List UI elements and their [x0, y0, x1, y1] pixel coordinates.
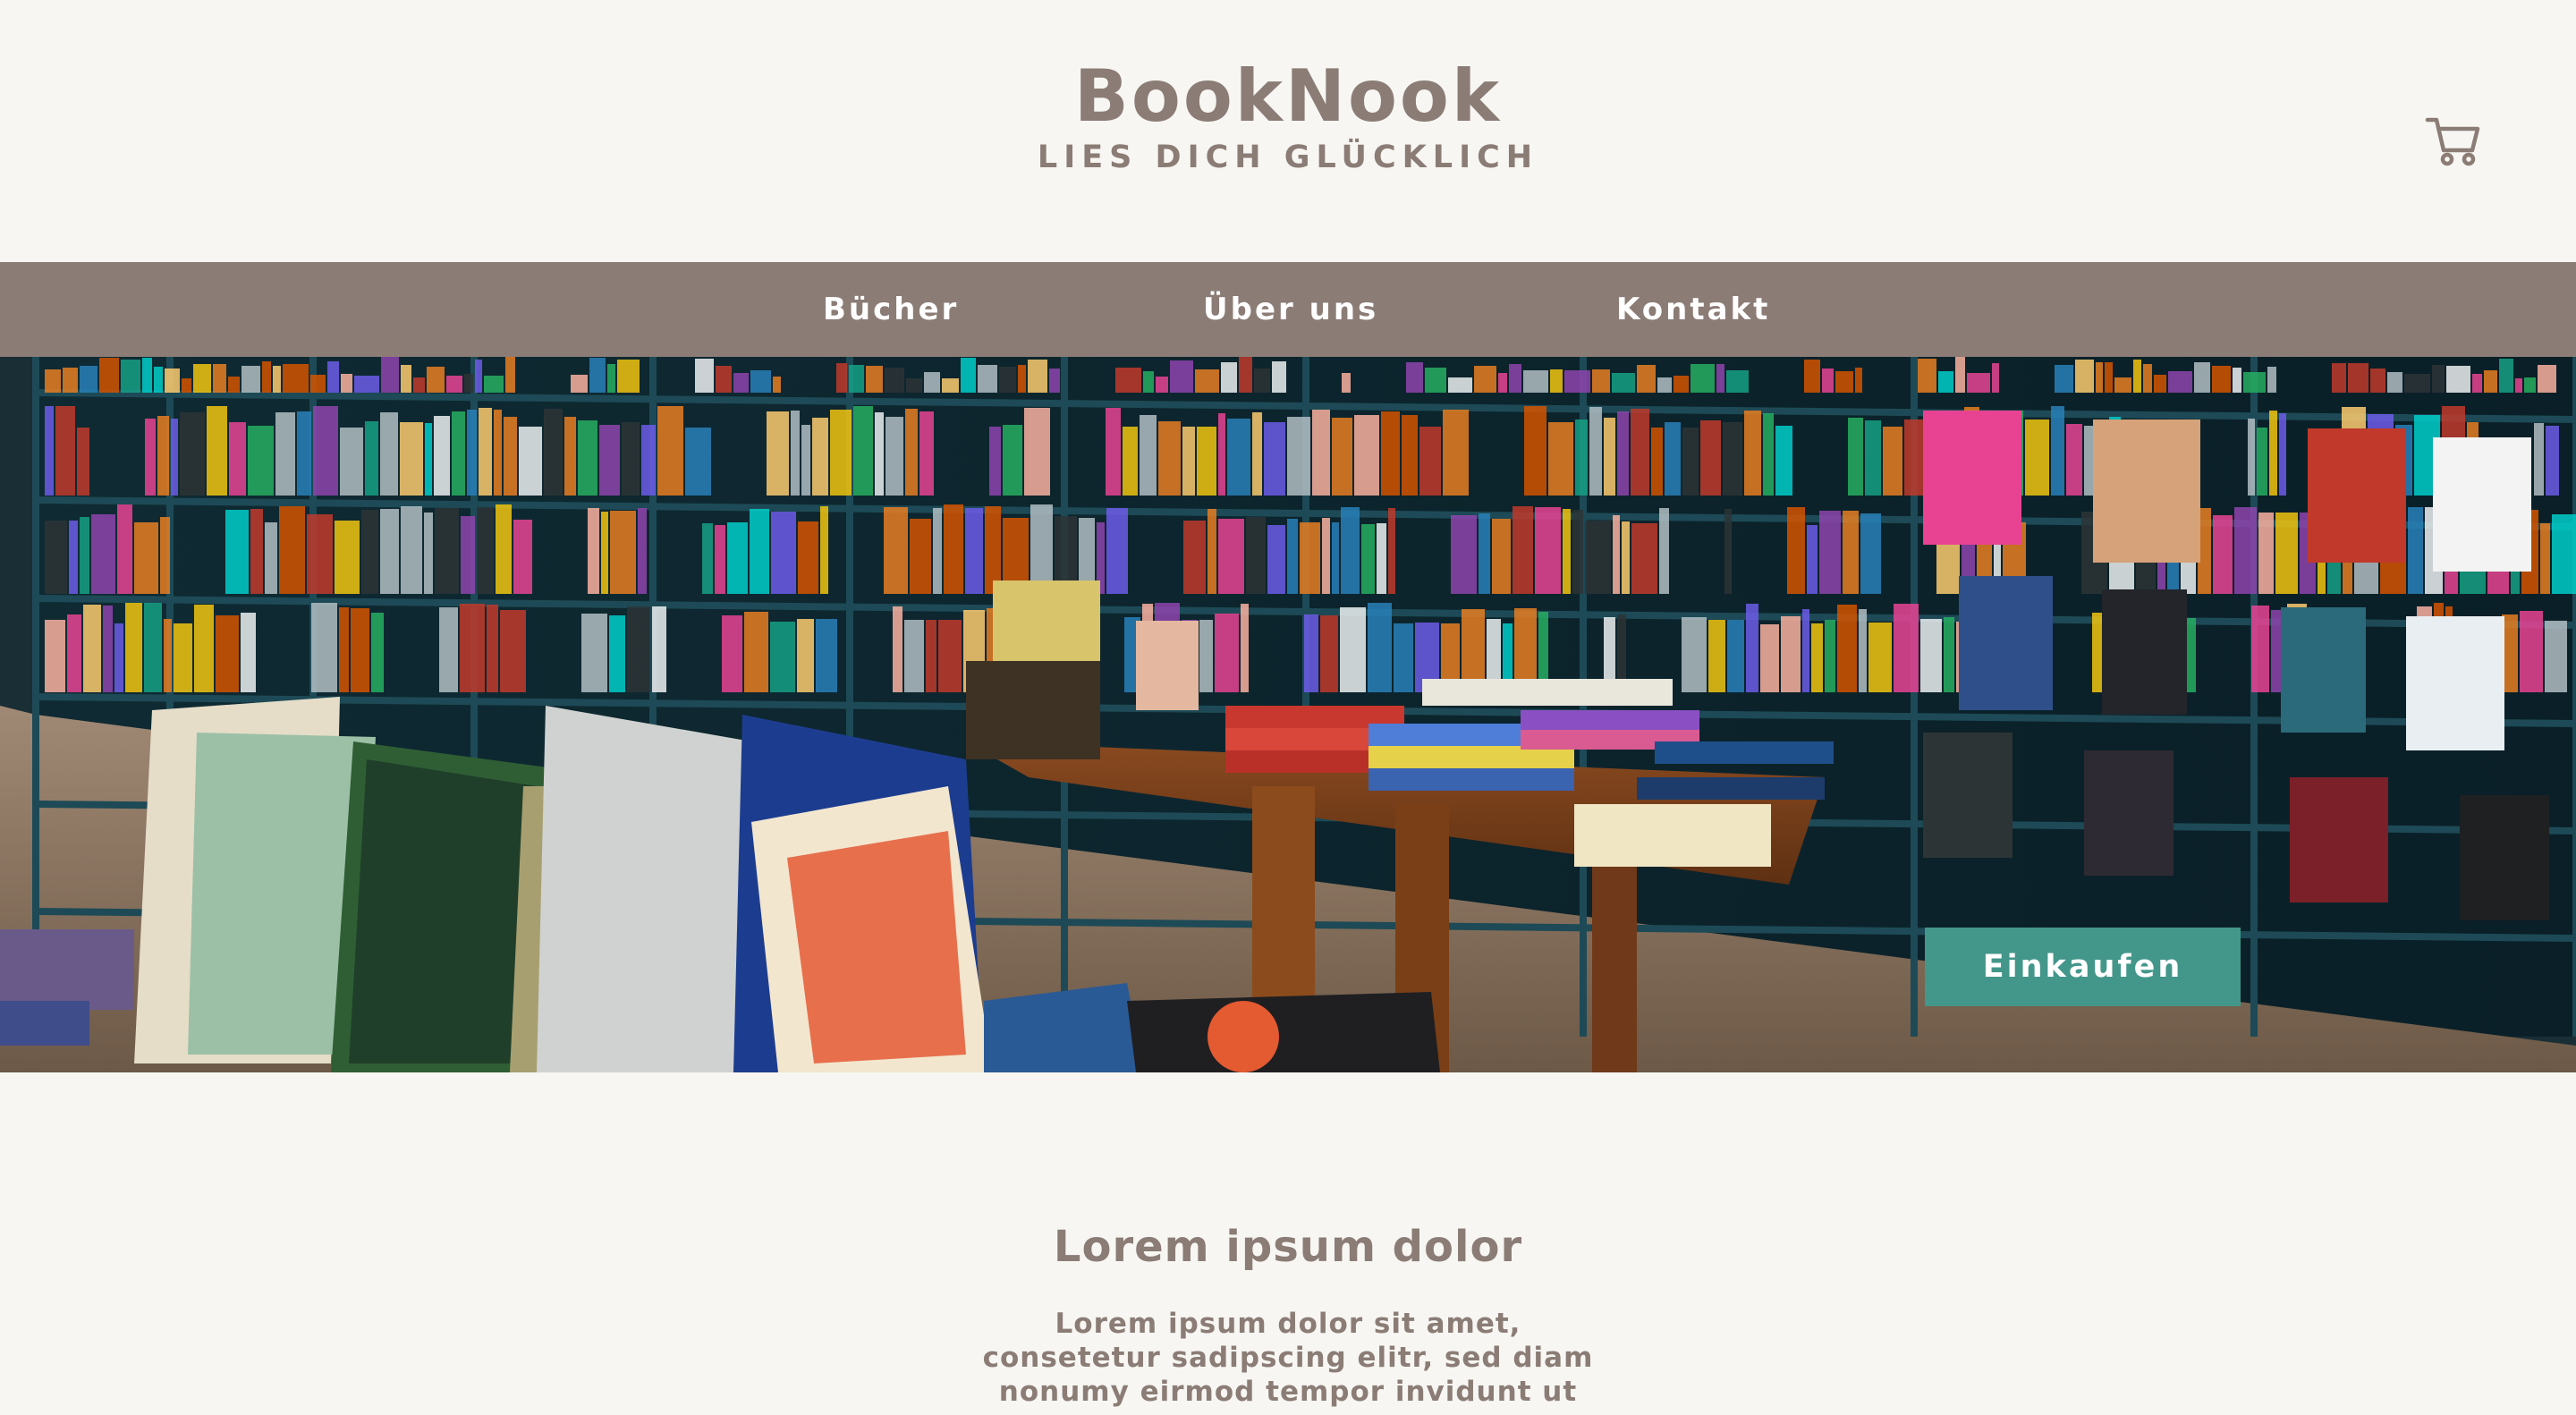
brand[interactable]: BookNook LIES DICH GLÜCKLICH: [0, 52, 2576, 177]
hero-banner: Einkaufen: [0, 357, 2576, 1072]
cart-icon-graphic: [2425, 117, 2480, 166]
intro-text: Lorem ipsum dolor sit amet, consetetur s…: [982, 1308, 1594, 1408]
nav-item-about[interactable]: Über uns: [1203, 262, 1378, 357]
shop-button[interactable]: Einkaufen: [1925, 928, 2241, 1006]
nav-item-books[interactable]: Bücher: [823, 262, 959, 357]
intro-section: Lorem ipsum dolor Lorem ipsum dolor sit …: [0, 1072, 2576, 1415]
site-tagline: LIES DICH GLÜCKLICH: [1037, 140, 1539, 175]
intro-heading: Lorem ipsum dolor: [1053, 1222, 1523, 1272]
nav-item-contact[interactable]: Kontakt: [1616, 262, 1770, 357]
site-title[interactable]: BookNook: [0, 52, 2576, 141]
site-header: BookNook LIES DICH GLÜCKLICH: [0, 0, 2576, 262]
main-nav: Bücher Über uns Kontakt: [0, 262, 2576, 357]
cart-icon[interactable]: [2424, 111, 2483, 170]
